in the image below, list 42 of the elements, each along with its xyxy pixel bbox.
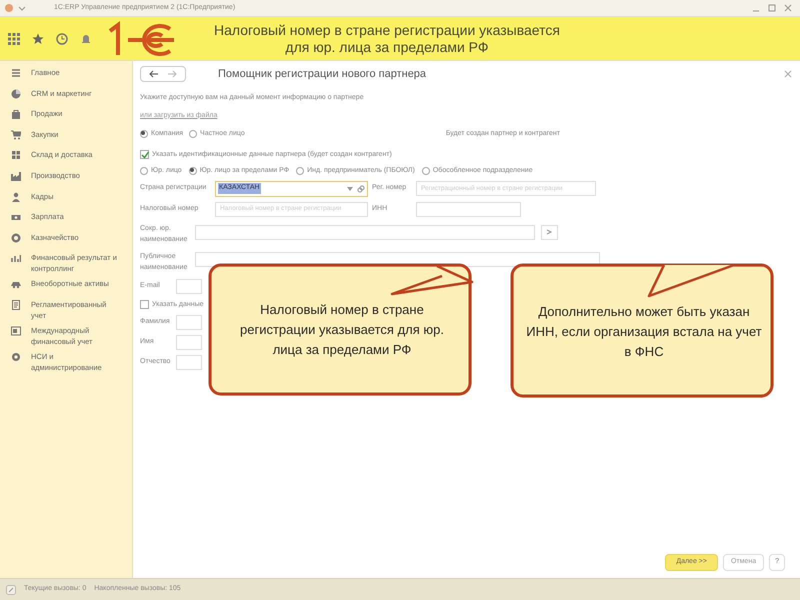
callout-text: Налоговый номер в стране регистрации указывается для юр. лица за пределами РФ: [239, 301, 445, 359]
gear-icon: [11, 352, 21, 362]
apps-grid-icon[interactable]: [8, 32, 20, 44]
radio-button[interactable]: [422, 167, 430, 176]
back-arrow-icon[interactable]: [149, 70, 159, 78]
nav-buttons[interactable]: [140, 66, 186, 82]
radio-button[interactable]: [140, 130, 148, 138]
forward-arrow-icon[interactable]: [167, 70, 177, 78]
coin-icon: [11, 232, 21, 243]
radio-button[interactable]: [189, 130, 198, 138]
bell-icon[interactable]: [80, 32, 92, 44]
bar-chart-icon: [11, 253, 21, 264]
maximize-icon[interactable]: [768, 4, 776, 12]
close-icon[interactable]: [784, 70, 792, 78]
clock-icon[interactable]: [56, 32, 68, 44]
banknote-icon: [11, 212, 21, 222]
callout-text: Дополнительно может быть указан ИНН, если организация встала на учет в ФНС: [525, 303, 763, 361]
document-icon: [11, 300, 21, 310]
pick-button[interactable]: [541, 224, 558, 240]
checkbox[interactable]: [140, 150, 149, 160]
pie-chart-icon: [11, 88, 21, 99]
star-icon[interactable]: [32, 32, 44, 44]
document-icon: [11, 326, 21, 336]
checkbox[interactable]: [140, 300, 149, 310]
radio-button[interactable]: [188, 167, 197, 176]
factory-icon: [11, 170, 21, 181]
radio-button[interactable]: [140, 167, 148, 176]
bag-icon: [11, 109, 21, 120]
lines-icon: [11, 68, 21, 78]
dropdown-caret-icon[interactable]: [347, 186, 353, 190]
app-icon: [4, 3, 14, 13]
form-title: Помощник регистрации нового партнера: [218, 66, 426, 82]
grid-icon: [11, 150, 21, 160]
radio-button[interactable]: [296, 167, 304, 176]
link-icon[interactable]: [357, 184, 365, 192]
banner-text: Налоговый номер в стране регистрации указывается для юр. лица за пределами РФ: [214, 22, 560, 56]
person-icon: [11, 192, 21, 202]
car-icon: [11, 279, 21, 290]
close-icon[interactable]: [784, 4, 792, 12]
status-icon: [6, 584, 16, 594]
caret-icon[interactable]: [18, 4, 26, 12]
cart-icon: [11, 130, 21, 140]
